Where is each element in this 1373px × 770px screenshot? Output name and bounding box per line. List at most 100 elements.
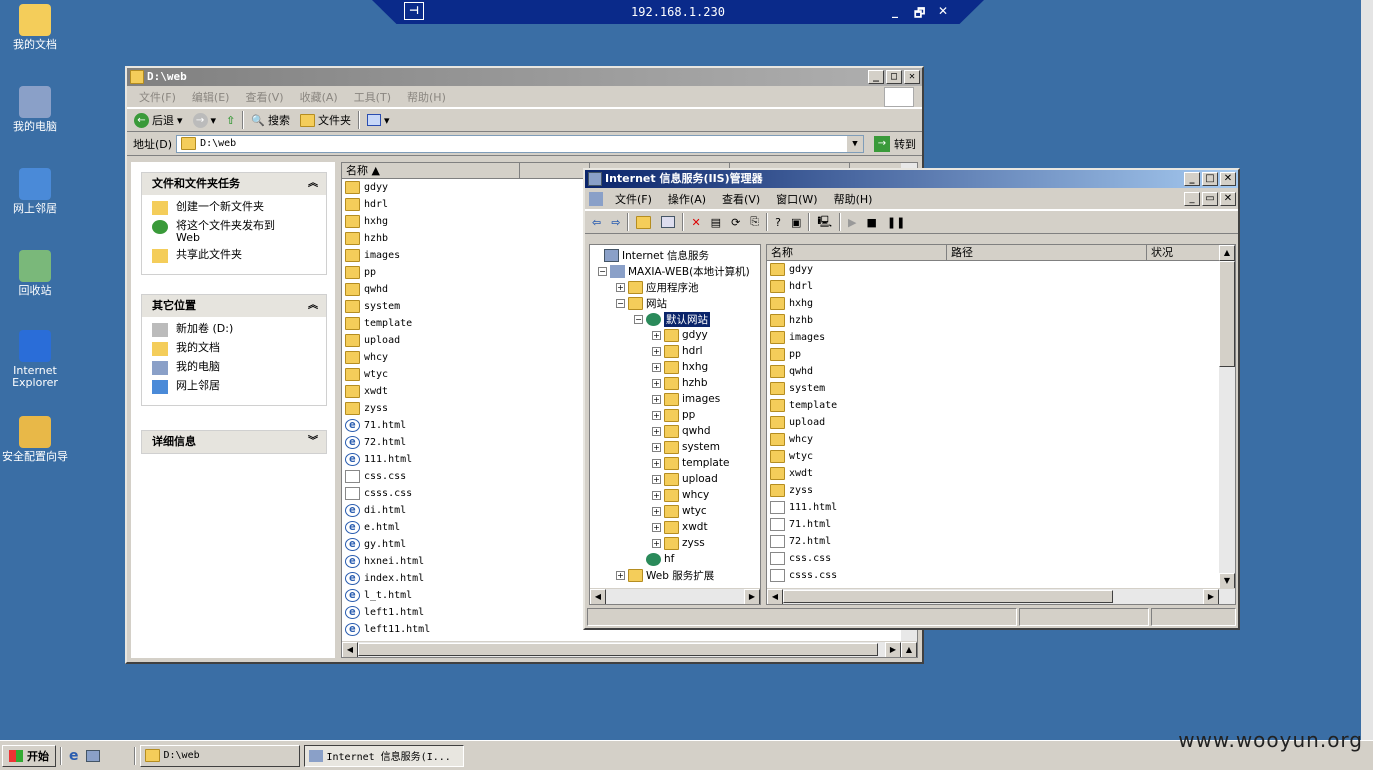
expand-toggle-icon[interactable]: + — [652, 362, 661, 372]
desktop-quicklaunch-icon[interactable] — [85, 749, 100, 762]
tree-folder[interactable]: + template — [592, 455, 760, 471]
pause-button[interactable]: ❚❚ — [884, 216, 908, 229]
task-link[interactable]: 创建一个新文件夹 — [152, 201, 316, 215]
expand-toggle-icon[interactable]: + — [652, 442, 661, 452]
name-column-header[interactable]: 名称 ▲ — [342, 163, 520, 178]
tree-root[interactable]: Internet 信息服务 — [592, 247, 760, 263]
computer-button[interactable]: 🖳 — [814, 213, 835, 232]
iis-list-row[interactable]: images — [767, 329, 1235, 346]
delete-button[interactable]: ✕ — [688, 216, 703, 229]
explorer-titlebar[interactable]: D:\web _ □ ✕ — [127, 68, 922, 86]
expand-toggle-icon[interactable]: + — [616, 570, 625, 580]
show-tree-button[interactable] — [658, 216, 678, 228]
tree-folder[interactable]: + pp — [592, 407, 760, 423]
menu-item[interactable]: 文件(F) — [607, 191, 660, 207]
iis-list-row[interactable]: zyss — [767, 482, 1235, 499]
search-button[interactable]: 🔍 搜索 — [248, 112, 293, 128]
tree-folder[interactable]: + hdrl — [592, 343, 760, 359]
export-button[interactable]: ⎘ — [747, 215, 762, 229]
tree-folder[interactable]: + system — [592, 439, 760, 455]
menu-item[interactable]: 帮助(H) — [399, 89, 454, 105]
minimize-button[interactable]: _ — [868, 70, 884, 84]
expand-toggle-icon[interactable]: + — [616, 282, 625, 292]
menu-item[interactable]: 工具(T) — [346, 89, 399, 105]
iis-list-row[interactable]: csss.css — [767, 567, 1235, 584]
details-header[interactable]: 详细信息 ︾ — [142, 431, 326, 453]
iis-list-row[interactable]: css.css — [767, 550, 1235, 567]
start-button[interactable]: ▶ — [845, 216, 859, 229]
tree-folder[interactable]: + qwhd — [592, 423, 760, 439]
desktop-scrollbar[interactable] — [1361, 0, 1373, 740]
iis-list-row[interactable]: hdrl — [767, 278, 1235, 295]
expand-toggle-icon[interactable]: + — [652, 378, 661, 388]
place-link[interactable]: 我的电脑 — [152, 361, 316, 375]
desktop-icon[interactable]: 网上邻居 — [2, 168, 68, 215]
tree-folder[interactable]: + hxhg — [592, 359, 760, 375]
tree-default-site[interactable]: − 默认网站 — [592, 311, 760, 327]
menu-item[interactable]: 窗口(W) — [768, 191, 825, 207]
maximize-button[interactable]: □ — [1202, 172, 1218, 186]
tree-folder[interactable]: + xwdt — [592, 519, 760, 535]
child-restore-button[interactable]: ▭ — [1202, 192, 1218, 206]
taskbar-explorer[interactable]: D:\web — [139, 744, 300, 767]
iis-list-row[interactable]: pp — [767, 346, 1235, 363]
place-link[interactable]: 我的文档 — [152, 342, 316, 356]
child-close-button[interactable]: ✕ — [1220, 192, 1236, 206]
up-button[interactable]: ⇧ — [223, 114, 238, 127]
col-name[interactable]: 名称 — [767, 245, 947, 260]
start-button[interactable]: 开始 — [2, 744, 56, 767]
tree-folder[interactable]: + wtyc — [592, 503, 760, 519]
address-input[interactable]: D:\web ▼ — [176, 134, 864, 153]
back-button[interactable]: ← 后退 ▾ — [131, 112, 186, 128]
iis-list-row[interactable]: qwhd — [767, 363, 1235, 380]
iis-list-row[interactable]: upload — [767, 414, 1235, 431]
iis-list-row[interactable]: system — [767, 380, 1235, 397]
menu-item[interactable]: 帮助(H) — [826, 191, 881, 207]
iis-list-row[interactable]: gdyy — [767, 261, 1235, 278]
expand-toggle-icon[interactable]: + — [652, 522, 661, 532]
expand-toggle-icon[interactable]: + — [652, 394, 661, 404]
expand-toggle-icon[interactable]: + — [652, 458, 661, 468]
desktop-icon[interactable]: Internet Explorer — [2, 330, 68, 389]
iis-list-row[interactable]: hxhg — [767, 295, 1235, 312]
desktop-icon[interactable]: 回收站 — [2, 250, 68, 297]
remote-restore-button[interactable]: 🗗 — [914, 4, 925, 24]
tree-app-pools[interactable]: + 应用程序池 — [592, 279, 760, 295]
tree-websites[interactable]: − 网站 — [592, 295, 760, 311]
tree-site-hf[interactable]: hf — [592, 551, 760, 567]
tree-folder[interactable]: + zyss — [592, 535, 760, 551]
up-level-button[interactable] — [633, 215, 654, 229]
child-minimize-button[interactable]: _ — [1184, 192, 1200, 206]
desktop-icon[interactable]: 安全配置向导 — [2, 416, 68, 463]
expand-toggle-icon[interactable]: + — [652, 506, 661, 516]
task-link[interactable]: 共享此文件夹 — [152, 249, 316, 263]
menu-item[interactable]: 文件(F) — [131, 89, 184, 105]
tree-folder[interactable]: + upload — [592, 471, 760, 487]
folders-button[interactable]: 文件夹 — [297, 112, 354, 128]
taskbar-iis[interactable]: Internet 信息服务(I... — [303, 744, 464, 767]
task-link[interactable]: 将这个文件夹发布到 Web — [152, 220, 316, 244]
close-button[interactable]: ✕ — [904, 70, 920, 84]
file-tasks-header[interactable]: 文件和文件夹任务 ︽ — [142, 173, 326, 195]
minimize-button[interactable]: _ — [1184, 172, 1200, 186]
menu-item[interactable]: 查看(V) — [714, 191, 768, 207]
tree-folder[interactable]: + hzhb — [592, 375, 760, 391]
expand-toggle-icon[interactable]: − — [634, 314, 643, 324]
back-button[interactable]: ⇦ — [589, 216, 604, 229]
tree-machine[interactable]: − MAXIA-WEB(本地计算机) — [592, 263, 760, 279]
iis-list-row[interactable]: 71.html — [767, 516, 1235, 533]
close-button[interactable]: ✕ — [1220, 172, 1236, 186]
iis-titlebar[interactable]: Internet 信息服务(IIS)管理器 _ □ ✕ — [585, 170, 1238, 188]
other-places-header[interactable]: 其它位置 ︽ — [142, 295, 326, 317]
expand-toggle-icon[interactable]: + — [652, 474, 661, 484]
remote-minimize-button[interactable]: _ — [892, 4, 898, 18]
help-button[interactable]: ? — [772, 216, 784, 229]
menu-item[interactable]: 收藏(A) — [292, 89, 346, 105]
dropdown-icon[interactable]: ▼ — [847, 135, 863, 152]
iis-list-row[interactable]: hzhb — [767, 312, 1235, 329]
place-link[interactable]: 新加卷 (D:) — [152, 323, 316, 337]
expand-toggle-icon[interactable]: − — [616, 298, 625, 308]
place-link[interactable]: 网上邻居 — [152, 380, 316, 394]
iis-list-row[interactable]: 72.html — [767, 533, 1235, 550]
expand-toggle-icon[interactable]: + — [652, 330, 661, 340]
